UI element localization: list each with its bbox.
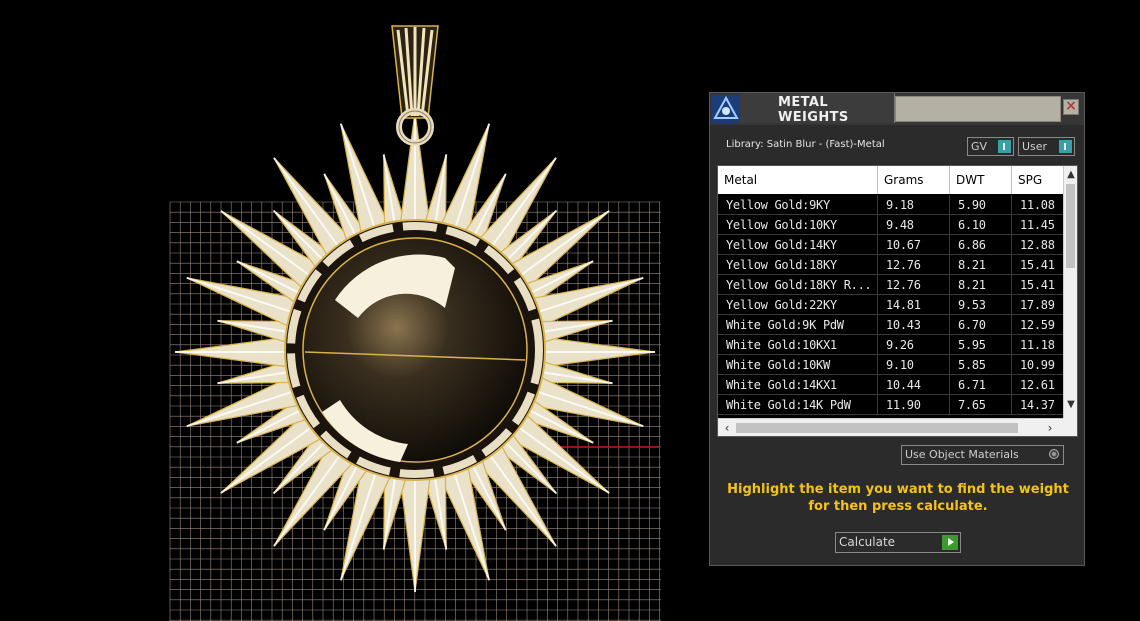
table-row[interactable]: Yellow Gold:14KY 10.67 6.86 12.88 [718, 235, 1072, 255]
table-row[interactable]: Yellow Gold:22KY 14.81 9.53 17.89 [718, 295, 1072, 315]
grams-cell: 10.43 [878, 315, 950, 334]
use-object-materials-label: Use Object Materials [905, 448, 1019, 461]
horizontal-scrollbar[interactable]: ‹ › [718, 418, 1063, 436]
dwt-cell: 9.53 [950, 295, 1012, 314]
grams-cell: 10.67 [878, 235, 950, 254]
play-icon [942, 535, 958, 550]
metal-cell: White Gold:14K PdW [718, 395, 878, 414]
gv-toggle[interactable]: GV [967, 137, 1014, 156]
column-header-metal[interactable]: Metal [718, 166, 878, 194]
metal-cell: Yellow Gold:14KY [718, 235, 878, 254]
grams-cell: 9.26 [878, 335, 950, 354]
metal-cell: White Gold:9K PdW [718, 315, 878, 334]
metal-cell: Yellow Gold:22KY [718, 295, 878, 314]
vertical-scroll-thumb[interactable] [1066, 184, 1075, 268]
scroll-corner [1063, 418, 1077, 436]
metal-cell: White Gold:10KX1 [718, 335, 878, 354]
metal-table: Metal Grams DWT SPG Yellow Gold:9KY 9.18 5… [717, 165, 1078, 437]
dialog-titlebar[interactable]: METAL WEIGHTS × [710, 93, 1084, 125]
dwt-cell: 7.65 [950, 395, 1012, 414]
use-object-materials-button[interactable]: Use Object Materials [901, 445, 1064, 465]
table-body: Yellow Gold:9KY 9.18 5.90 11.08 Yellow Gold:… [718, 195, 1072, 415]
table-row[interactable]: White Gold:9K PdW 10.43 6.70 12.59 [718, 315, 1072, 335]
toggle-switch-icon [998, 140, 1011, 153]
chevron-up-icon[interactable]: ▲ [1064, 168, 1077, 182]
title-spacer [895, 96, 1061, 122]
table-header: Metal Grams DWT SPG [718, 166, 1072, 194]
column-header-dwt[interactable]: DWT [950, 166, 1012, 194]
table-row[interactable]: White Gold:10KX1 9.26 5.95 11.18 [718, 335, 1072, 355]
grams-cell: 12.76 [878, 275, 950, 294]
metal-cell: White Gold:14KX1 [718, 375, 878, 394]
grams-cell: 10.44 [878, 375, 950, 394]
grams-cell: 9.10 [878, 355, 950, 374]
library-label: Library: Satin Blur - (Fast)-Metal [726, 139, 885, 150]
toggle-switch-icon [1059, 140, 1072, 153]
user-toggle-label: User [1022, 140, 1048, 153]
grams-cell: 9.18 [878, 195, 950, 214]
dwt-cell: 5.85 [950, 355, 1012, 374]
metal-cell: Yellow Gold:18KY [718, 255, 878, 274]
metal-cell: Yellow Gold:9KY [718, 195, 878, 214]
table-row[interactable]: Yellow Gold:9KY 9.18 5.90 11.08 [718, 195, 1072, 215]
calculate-button[interactable]: Calculate [835, 532, 961, 553]
metal-weights-dialog: METAL WEIGHTS × Library: Satin Blur - (F… [709, 92, 1085, 566]
instruction-line-1: Highlight the item you want to find the … [727, 482, 1069, 497]
table-row[interactable]: White Gold:14K PdW 11.90 7.65 14.37 [718, 395, 1072, 415]
close-icon: × [1065, 98, 1077, 114]
chevron-left-icon[interactable]: ‹ [720, 419, 734, 436]
table-row[interactable]: White Gold:10KW 9.10 5.85 10.99 [718, 355, 1072, 375]
grams-cell: 14.81 [878, 295, 950, 314]
dwt-cell: 6.70 [950, 315, 1012, 334]
metal-cell: Yellow Gold:18KY R... [718, 275, 878, 294]
chevron-right-icon[interactable]: › [1043, 419, 1057, 436]
instruction-text: Highlight the item you want to find the … [720, 481, 1076, 515]
dwt-cell: 8.21 [950, 275, 1012, 294]
app-logo-icon [712, 95, 740, 123]
gv-toggle-label: GV [971, 140, 988, 153]
table-row[interactable]: Yellow Gold:18KY 12.76 8.21 15.41 [718, 255, 1072, 275]
instruction-line-2: for then press calculate. [808, 499, 988, 514]
grams-cell: 12.76 [878, 255, 950, 274]
horizontal-scroll-thumb[interactable] [736, 423, 1018, 433]
table-row[interactable]: Yellow Gold:18KY R... 12.76 8.21 15.41 [718, 275, 1072, 295]
bezel [284, 219, 546, 481]
title-tab: METAL WEIGHTS [740, 93, 895, 125]
radio-icon [1049, 449, 1059, 459]
close-button[interactable]: × [1063, 99, 1079, 115]
vertical-scrollbar[interactable]: ▲ ▼ [1063, 166, 1077, 418]
metal-cell: Yellow Gold:10KY [718, 215, 878, 234]
dwt-cell: 5.95 [950, 335, 1012, 354]
dwt-cell: 6.71 [950, 375, 1012, 394]
dwt-cell: 6.86 [950, 235, 1012, 254]
dialog-title: METAL WEIGHTS [778, 95, 849, 125]
table-row[interactable]: Yellow Gold:10KY 9.48 6.10 11.45 [718, 215, 1072, 235]
metal-cell: White Gold:10KW [718, 355, 878, 374]
calculate-label: Calculate [839, 535, 896, 549]
dwt-cell: 5.90 [950, 195, 1012, 214]
column-header-grams[interactable]: Grams [878, 166, 950, 194]
dwt-cell: 8.21 [950, 255, 1012, 274]
user-toggle[interactable]: User [1018, 137, 1075, 156]
dwt-cell: 6.10 [950, 215, 1012, 234]
grams-cell: 9.48 [878, 215, 950, 234]
table-row[interactable]: White Gold:14KX1 10.44 6.71 12.61 [718, 375, 1072, 395]
chevron-down-icon[interactable]: ▼ [1064, 398, 1077, 412]
grams-cell: 11.90 [878, 395, 950, 414]
